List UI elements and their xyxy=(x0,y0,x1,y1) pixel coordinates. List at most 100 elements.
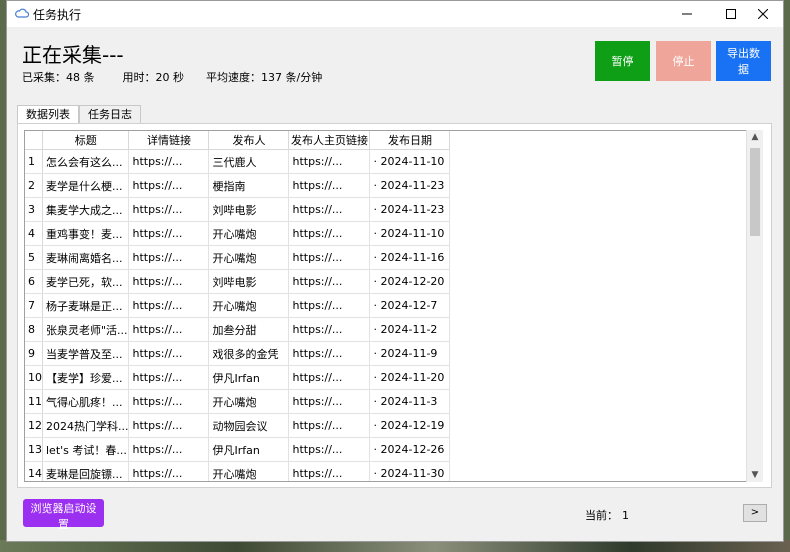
cell-title[interactable]: 张泉灵老师"活... xyxy=(42,317,130,342)
cell-title[interactable]: 2024热门学科... xyxy=(42,413,130,438)
cell-publish-date[interactable]: · 2024-11-9 xyxy=(369,341,451,366)
cell-author-home[interactable]: https://... xyxy=(288,317,371,342)
cell-publish-date[interactable]: · 2024-11-3 xyxy=(369,389,451,414)
cell-author-home[interactable]: https://... xyxy=(288,173,371,198)
cell-detail-link[interactable]: https://... xyxy=(128,389,210,414)
cell-publish-date[interactable]: · 2024-12-7 xyxy=(369,293,451,318)
cell-publish-date[interactable]: · 2024-11-10 xyxy=(369,149,451,174)
cell-publish-date[interactable]: · 2024-12-26 xyxy=(369,437,451,462)
next-page-button[interactable]: > xyxy=(743,504,767,522)
cell-detail-link[interactable]: https://... xyxy=(128,461,210,481)
vertical-scrollbar[interactable]: ▲ ▼ xyxy=(746,130,763,482)
cell-detail-link[interactable]: https://... xyxy=(128,245,210,270)
cell-publish-date[interactable]: · 2024-11-16 xyxy=(369,245,451,270)
table-row[interactable]: 4 重鸡事变！麦... https://... 开心嘴炮 https://... · 20… xyxy=(25,221,451,246)
cell-title[interactable]: 麦琳闹离婚名... xyxy=(42,245,130,270)
cell-publish-date[interactable]: · 2024-11-2 xyxy=(369,317,451,342)
row-number[interactable]: 13 xyxy=(25,437,43,462)
scroll-down-icon[interactable]: ▼ xyxy=(747,468,763,482)
cell-detail-link[interactable]: https://... xyxy=(128,149,210,174)
cell-detail-link[interactable]: https://... xyxy=(128,341,210,366)
cell-title[interactable]: 麦学是什么梗... xyxy=(42,173,130,198)
cell-author[interactable]: 开心嘴炮 xyxy=(208,221,290,246)
cell-title[interactable]: let's 考试！春... xyxy=(42,437,130,462)
cell-title[interactable]: 集麦学大成之... xyxy=(42,197,130,222)
scroll-up-icon[interactable]: ▲ xyxy=(747,130,763,144)
cell-author-home[interactable]: https://... xyxy=(288,341,371,366)
browser-startup-settings-button[interactable]: 浏览器启动设置 xyxy=(23,499,104,531)
table-row[interactable]: 9 当麦学普及至... https://... 戏很多的金凭 https://... · … xyxy=(25,341,451,366)
cell-title[interactable]: 当麦学普及至... xyxy=(42,341,130,366)
table-row[interactable]: 7 杨子麦琳是正... https://... 开心嘴炮 https://... · 20… xyxy=(25,293,451,318)
row-number[interactable]: 6 xyxy=(25,269,43,294)
cell-detail-link[interactable]: https://... xyxy=(128,173,210,198)
cell-author-home[interactable]: https://... xyxy=(288,293,371,318)
row-number[interactable]: 7 xyxy=(25,293,43,318)
row-number[interactable]: 5 xyxy=(25,245,43,270)
tab-data-list[interactable]: 数据列表 xyxy=(17,105,79,125)
cell-publish-date[interactable]: · 2024-11-23 xyxy=(369,173,451,198)
row-number[interactable]: 2 xyxy=(25,173,43,198)
column-header-detail-link[interactable]: 详情链接 xyxy=(128,131,210,150)
table-row[interactable]: 5 麦琳闹离婚名... https://... 开心嘴炮 https://... · 20… xyxy=(25,245,451,270)
pause-button[interactable]: 暂停 xyxy=(595,41,650,81)
table-row[interactable]: 6 麦学已死，软... https://... 刘哔电影 https://... · 20… xyxy=(25,269,451,294)
cell-author[interactable]: 三代鹿人 xyxy=(208,149,290,174)
cell-title[interactable]: 麦琳是回旋镖... xyxy=(42,461,130,481)
minimize-button[interactable] xyxy=(665,1,709,27)
tab-task-log[interactable]: 任务日志 xyxy=(79,105,141,124)
row-number[interactable]: 9 xyxy=(25,341,43,366)
column-header-title[interactable]: 标题 xyxy=(42,131,130,150)
table-row[interactable]: 8 张泉灵老师"活... https://... 加叁分甜 https://... · 2… xyxy=(25,317,451,342)
table-row[interactable]: 13 let's 考试！春... https://... 伊凡Irfan https:/… xyxy=(25,437,451,462)
cell-title[interactable]: 重鸡事变！麦... xyxy=(42,221,130,246)
row-number[interactable]: 14 xyxy=(25,461,43,481)
table-row[interactable]: 11 气得心肌疼！... https://... 开心嘴炮 https://... · 2… xyxy=(25,389,451,414)
table-row[interactable]: 12 2024热门学科... https://... 动物园会议 https://...… xyxy=(25,413,451,438)
cell-author[interactable]: 开心嘴炮 xyxy=(208,461,290,481)
cell-author-home[interactable]: https://... xyxy=(288,437,371,462)
cell-author-home[interactable]: https://... xyxy=(288,389,371,414)
cell-author[interactable]: 加叁分甜 xyxy=(208,317,290,342)
cell-author-home[interactable]: https://... xyxy=(288,413,371,438)
cell-author[interactable]: 戏很多的金凭 xyxy=(208,341,290,366)
cell-title[interactable]: 杨子麦琳是正... xyxy=(42,293,130,318)
cell-title[interactable]: 麦学已死，软... xyxy=(42,269,130,294)
cell-author[interactable]: 伊凡Irfan xyxy=(208,365,290,390)
table-row[interactable]: 3 集麦学大成之... https://... 刘哔电影 https://... · 20… xyxy=(25,197,451,222)
cell-author[interactable]: 刘哔电影 xyxy=(208,197,290,222)
table-row[interactable]: 10 【麦学】珍爱... https://... 伊凡Irfan https://...… xyxy=(25,365,451,390)
row-number[interactable]: 12 xyxy=(25,413,43,438)
cell-title[interactable]: 气得心肌疼！... xyxy=(42,389,130,414)
row-number[interactable]: 8 xyxy=(25,317,43,342)
cell-detail-link[interactable]: https://... xyxy=(128,197,210,222)
cell-author[interactable]: 动物园会议 xyxy=(208,413,290,438)
scroll-thumb[interactable] xyxy=(750,148,760,236)
column-header-author-home[interactable]: 发布人主页链接 xyxy=(288,131,371,150)
cell-author[interactable]: 刘哔电影 xyxy=(208,269,290,294)
cell-publish-date[interactable]: · 2024-12-19 xyxy=(369,413,451,438)
cell-publish-date[interactable]: · 2024-12-20 xyxy=(369,269,451,294)
row-number[interactable]: 11 xyxy=(25,389,43,414)
cell-author-home[interactable]: https://... xyxy=(288,365,371,390)
row-number[interactable]: 3 xyxy=(25,197,43,222)
column-header-publish-date[interactable]: 发布日期 xyxy=(369,131,451,150)
cell-author[interactable]: 开心嘴炮 xyxy=(208,293,290,318)
stop-button[interactable]: 停止 xyxy=(656,41,711,81)
cell-detail-link[interactable]: https://... xyxy=(128,269,210,294)
cell-author-home[interactable]: https://... xyxy=(288,245,371,270)
cell-publish-date[interactable]: · 2024-11-20 xyxy=(369,365,451,390)
cell-detail-link[interactable]: https://... xyxy=(128,221,210,246)
cell-publish-date[interactable]: · 2024-11-30 xyxy=(369,461,451,481)
cell-author-home[interactable]: https://... xyxy=(288,461,371,481)
table-row[interactable]: 2 麦学是什么梗... https://... 梗指南 https://... · 202… xyxy=(25,173,451,198)
close-button[interactable] xyxy=(741,1,785,27)
cell-author[interactable]: 伊凡Irfan xyxy=(208,437,290,462)
row-number[interactable]: 10 xyxy=(25,365,43,390)
cell-detail-link[interactable]: https://... xyxy=(128,317,210,342)
cell-author-home[interactable]: https://... xyxy=(288,149,371,174)
row-number[interactable]: 1 xyxy=(25,149,43,174)
column-header-author[interactable]: 发布人 xyxy=(208,131,290,150)
cell-publish-date[interactable]: · 2024-11-10 xyxy=(369,221,451,246)
cell-author[interactable]: 开心嘴炮 xyxy=(208,389,290,414)
